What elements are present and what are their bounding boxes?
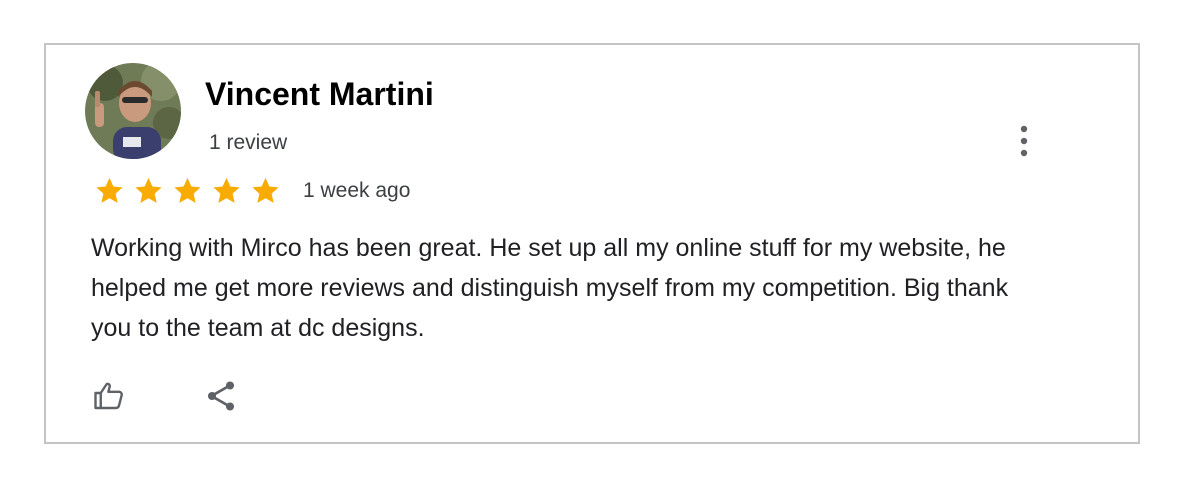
more-options-button[interactable] bbox=[1008, 121, 1040, 161]
author-name[interactable]: Vincent Martini bbox=[205, 74, 434, 114]
rating-row: 1 week ago bbox=[91, 175, 410, 207]
author-review-count: 1 review bbox=[209, 131, 288, 154]
more-vertical-icon bbox=[1020, 125, 1028, 157]
avatar-photo bbox=[85, 63, 181, 159]
share-icon bbox=[207, 381, 235, 411]
star-icon bbox=[169, 175, 206, 207]
star-icon bbox=[208, 175, 245, 207]
review-text: Working with Mirco has been great. He se… bbox=[91, 234, 1009, 342]
star-icon bbox=[91, 175, 128, 207]
star-icon bbox=[130, 175, 167, 207]
like-button[interactable] bbox=[91, 378, 127, 414]
star-icon bbox=[247, 175, 284, 207]
author-avatar[interactable] bbox=[85, 63, 181, 159]
review-card: Vincent Martini 1 review 1 week ago Work… bbox=[44, 43, 1140, 444]
share-button[interactable] bbox=[203, 378, 239, 414]
star-rating bbox=[91, 175, 286, 207]
review-date: 1 week ago bbox=[303, 179, 411, 202]
thumbs-up-icon bbox=[94, 382, 123, 410]
